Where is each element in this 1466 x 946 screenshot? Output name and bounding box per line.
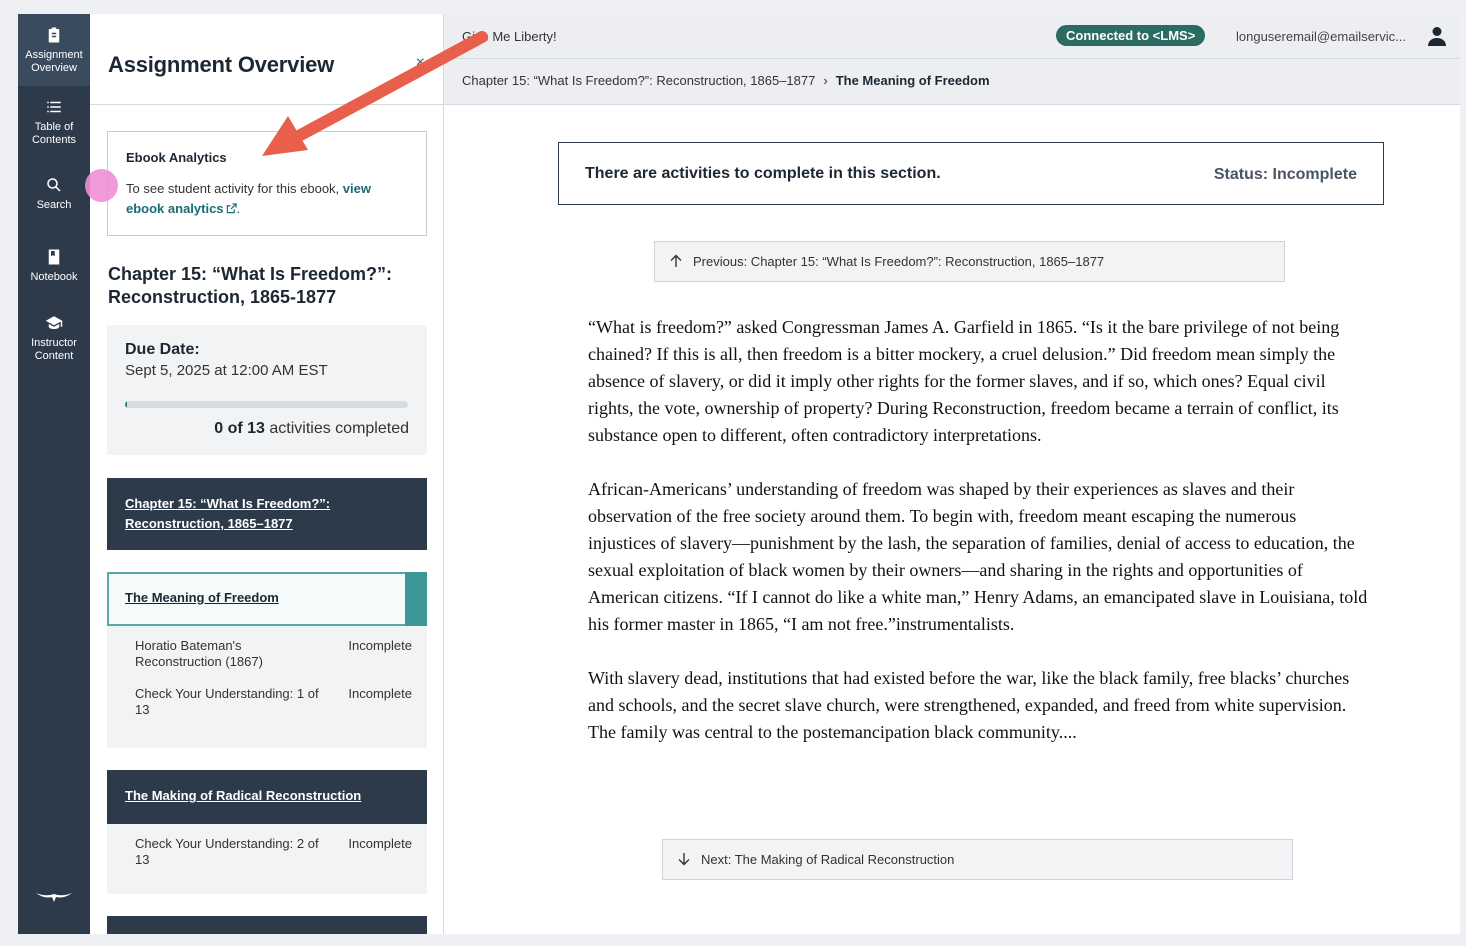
- section-chapter-15[interactable]: Chapter 15: “What Is Freedom?”: Reconstr…: [107, 478, 427, 550]
- activity-status: Incomplete: [348, 836, 412, 851]
- progress-bar: [125, 401, 408, 408]
- analytics-description: To see student activity for this ebook,: [126, 181, 343, 196]
- due-date-label: Due Date:: [125, 341, 200, 358]
- activity-item[interactable]: Check Your Understanding: 1 of 13 Incomp…: [135, 686, 412, 718]
- analytics-text: To see student activity for this ebook, …: [126, 179, 408, 219]
- rail-assignment-overview[interactable]: Assignment Overview: [18, 14, 90, 86]
- rail-search[interactable]: Search: [18, 158, 90, 230]
- activity-status-box: There are activities to complete in this…: [558, 142, 1384, 205]
- ebook-analytics-card: Ebook Analytics To see student activity …: [107, 131, 427, 236]
- user-icon[interactable]: [1428, 26, 1446, 46]
- icon-rail: Assignment Overview Table of Contents Se…: [18, 14, 90, 934]
- click-marker: [85, 169, 118, 202]
- section-status: Status: Incomplete: [1213, 166, 1357, 183]
- breadcrumb-chapter[interactable]: Chapter 15: “What Is Freedom?”: Reconstr…: [462, 73, 815, 88]
- rail-instructor-content[interactable]: Instructor Content: [18, 302, 90, 374]
- rail-label: Instructor Content: [31, 336, 77, 362]
- activity-name: Check Your Understanding: 1 of 13: [135, 686, 319, 717]
- reading-content: “What is freedom?” asked Congressman Jam…: [588, 314, 1368, 773]
- completed-suffix: activities completed: [264, 420, 409, 437]
- rail-label: Search: [36, 199, 72, 211]
- active-indicator: [405, 572, 427, 626]
- graduation-cap-icon: [45, 315, 63, 329]
- close-panel-button[interactable]: ×: [416, 54, 425, 72]
- rail-label: Table of Contents: [31, 120, 77, 146]
- panel-header: Assignment Overview ×: [90, 14, 443, 105]
- section-meaning-of-freedom[interactable]: The Meaning of Freedom: [107, 572, 427, 626]
- activity-item[interactable]: Horatio Bateman's Reconstruction (1867) …: [135, 638, 412, 670]
- due-date-card: Due Date: Sept 5, 2025 at 12:00 AM EST 0…: [107, 325, 427, 455]
- section-next-collapsed[interactable]: [107, 916, 427, 934]
- user-email[interactable]: longuseremail@emailservic...: [1236, 29, 1406, 44]
- app-window: Assignment Overview Table of Contents Se…: [18, 14, 1460, 934]
- due-date-value: Sept 5, 2025 at 12:00 AM EST: [125, 362, 328, 379]
- previous-section-button[interactable]: Previous: Chapter 15: “What Is Freedom?”…: [654, 241, 1285, 282]
- next-label: Next: The Making of Radical Reconstructi…: [701, 852, 955, 867]
- notebook-icon: [48, 249, 60, 265]
- lms-status-badge: Connected to <LMS>: [1056, 25, 1206, 46]
- chapter-title: Chapter 15: “What Is Freedom?”: Reconstr…: [108, 264, 393, 307]
- breadcrumb: Chapter 15: “What Is Freedom?”: Reconstr…: [444, 59, 1460, 105]
- reading-paragraph: African-Americans’ understanding of free…: [588, 479, 1368, 634]
- search-icon: [47, 178, 61, 192]
- breadcrumb-current: The Meaning of Freedom: [835, 73, 990, 88]
- analytics-title: Ebook Analytics: [126, 150, 227, 165]
- progress-text: 0 of 13 activities completed: [125, 420, 409, 438]
- section-title: Chapter 15: “What Is Freedom?”: Reconstr…: [125, 496, 331, 531]
- activity-status: Incomplete: [348, 638, 412, 653]
- rail-label: Assignment Overview: [25, 48, 83, 74]
- activity-list: Horatio Bateman's Reconstruction (1867) …: [107, 626, 427, 748]
- panel-title: Assignment Overview: [108, 52, 335, 77]
- activity-list: Check Your Understanding: 2 of 13 Incomp…: [107, 824, 427, 894]
- rail-label: Notebook: [30, 271, 78, 283]
- book-title: Give Me Liberty!: [462, 29, 557, 44]
- activity-status: Incomplete: [348, 686, 412, 701]
- section-title: The Meaning of Freedom: [125, 590, 279, 605]
- clipboard-icon: [48, 27, 60, 42]
- external-link-icon: [226, 203, 237, 214]
- section-making-of-radical-reconstruction[interactable]: The Making of Radical Reconstruction: [107, 770, 427, 824]
- activity-item[interactable]: Check Your Understanding: 2 of 13 Incomp…: [135, 836, 412, 868]
- brand-logo-icon: [18, 885, 90, 910]
- analytics-period: .: [236, 201, 241, 216]
- arrow-down-icon: [678, 853, 690, 866]
- breadcrumb-separator: ›: [823, 73, 828, 88]
- arrow-up-icon: [670, 254, 682, 267]
- reading-paragraph: With slavery dead, institutions that had…: [588, 668, 1350, 742]
- rail-notebook[interactable]: Notebook: [18, 230, 90, 302]
- top-bar: Give Me Liberty! Connected to <LMS> long…: [444, 14, 1460, 59]
- rail-table-of-contents[interactable]: Table of Contents: [18, 86, 90, 158]
- progress-fill: [125, 401, 128, 408]
- previous-label: Previous: Chapter 15: “What Is Freedom?”…: [693, 254, 1105, 269]
- next-section-button[interactable]: Next: The Making of Radical Reconstructi…: [662, 839, 1293, 880]
- status-message: There are activities to complete in this…: [585, 165, 941, 182]
- list-icon: [47, 101, 61, 112]
- reading-paragraph: “What is freedom?” asked Congressman Jam…: [588, 317, 1340, 445]
- completed-count: 0 of 13: [214, 420, 265, 437]
- activity-name: Horatio Bateman's Reconstruction (1867): [135, 638, 263, 669]
- section-title: The Making of Radical Reconstruction: [125, 788, 362, 803]
- assignment-overview-panel: Assignment Overview × Ebook Analytics To…: [90, 14, 444, 934]
- activity-name: Check Your Understanding: 2 of 13: [135, 836, 319, 867]
